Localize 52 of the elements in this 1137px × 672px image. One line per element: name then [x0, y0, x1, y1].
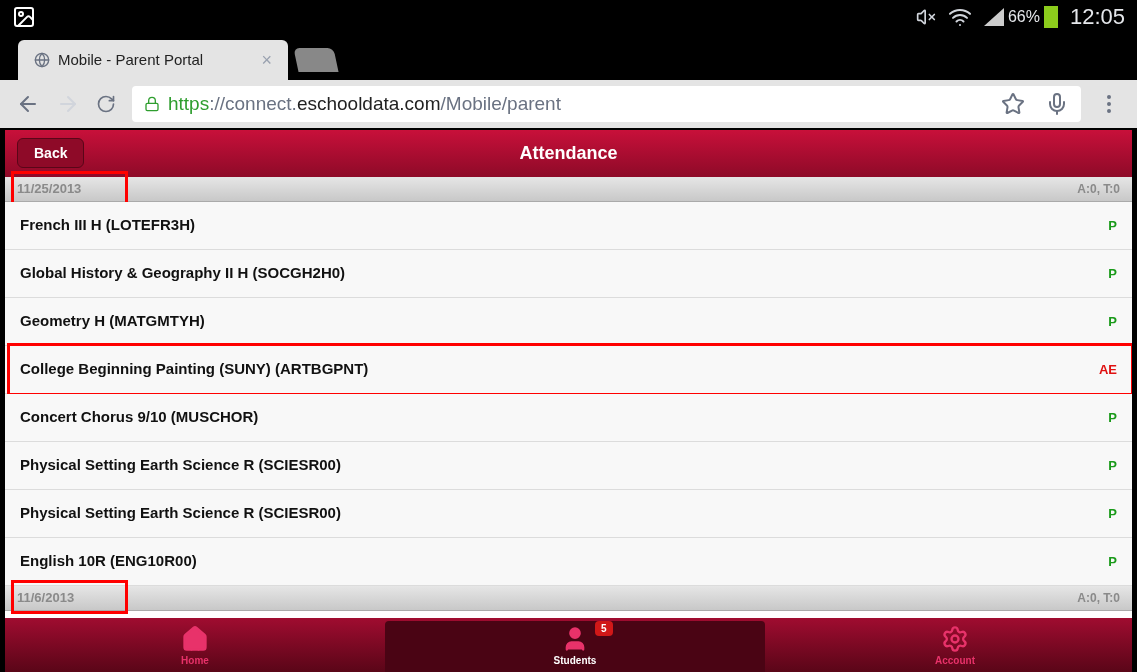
attendance-status: P: [1108, 312, 1117, 331]
nav-label: Account: [935, 654, 975, 668]
attendance-row[interactable]: College Beginning Painting (SUNY) (ARTBGPNT) AE: [5, 346, 1132, 394]
home-icon: [181, 625, 209, 653]
new-tab-button[interactable]: [293, 48, 339, 72]
browser-tab[interactable]: Mobile - Parent Portal ×: [18, 40, 288, 80]
tab-title: Mobile - Parent Portal: [58, 49, 205, 70]
attendance-row[interactable]: Concert Chorus 9/10 (MUSCHOR) P: [5, 394, 1132, 442]
nav-tab[interactable]: Students 5: [385, 621, 765, 672]
globe-icon: [34, 52, 50, 68]
course-name: French III H (LOTEFR3H): [20, 215, 195, 236]
attendance-status: P: [1108, 504, 1117, 523]
date-label: 11/25/2013: [17, 180, 82, 199]
course-name: Physical Setting Earth Science R (SCIESR00): [20, 503, 341, 524]
attendance-row[interactable]: French III H (LOTEFR3H) P: [5, 202, 1132, 250]
nav-label: Students: [553, 654, 597, 668]
reload-icon[interactable]: [96, 94, 116, 114]
course-name: Physical Setting Earth Science R (SCIESR00): [20, 455, 341, 476]
url-text: https://connect.eschooldata.com/Mobile/parent: [168, 91, 562, 116]
battery-icon: [1043, 5, 1058, 28]
attendance-row[interactable]: Physical Setting Earth Science R (SCIESR00) P: [5, 490, 1132, 538]
attendance-row[interactable]: English 10R (ENG10R00) P: [5, 538, 1132, 586]
attendance-status: AE: [1098, 360, 1117, 379]
attendance-row[interactable]: Global History & Geography II H (SOCGH2H0) P: [5, 250, 1132, 298]
lock-icon: [144, 96, 160, 112]
course-name: Geometry H (MATGMTYH): [20, 311, 205, 332]
attendance-status: P: [1108, 552, 1117, 571]
nav-label: Home: [181, 654, 209, 668]
attendance-summary: A:0, T:0: [1077, 590, 1120, 607]
attendance-summary: A:0, T:0: [1077, 181, 1120, 198]
battery-percent: 66%: [1007, 6, 1040, 27]
address-field[interactable]: https://connect.eschooldata.com/Mobile/parent: [132, 86, 1081, 122]
attendance-row[interactable]: Geometry H (MATGMTYH) P: [5, 298, 1132, 346]
attendance-row[interactable]: Physical Setting Earth Science R (SCIESR00) P: [5, 442, 1132, 490]
course-name: College Beginning Painting (SUNY) (ARTBGPNT): [20, 359, 369, 380]
attendance-status: P: [1108, 216, 1117, 235]
gear-icon: [941, 625, 969, 653]
course-name: English 10R (ENG10R00): [20, 551, 197, 572]
course-name: Concert Chorus 9/10 (MUSCHOR): [20, 407, 259, 428]
attendance-status: P: [1108, 408, 1117, 427]
picture-icon: [12, 4, 36, 29]
attendance-status: P: [1108, 456, 1117, 475]
course-name: Global History & Geography II H (SOCGH2H0): [20, 263, 346, 284]
attendance-status: P: [1108, 264, 1117, 283]
count-badge: 5: [595, 621, 613, 636]
date-label: 11/6/2013: [17, 589, 75, 608]
page-title: Attendance: [519, 142, 618, 165]
bookmark-star-icon[interactable]: [1001, 92, 1025, 116]
clock: 12:05: [1069, 3, 1125, 31]
signal-icon: [983, 7, 1004, 26]
back-button[interactable]: Back: [17, 138, 85, 168]
mute-icon: [915, 6, 936, 27]
